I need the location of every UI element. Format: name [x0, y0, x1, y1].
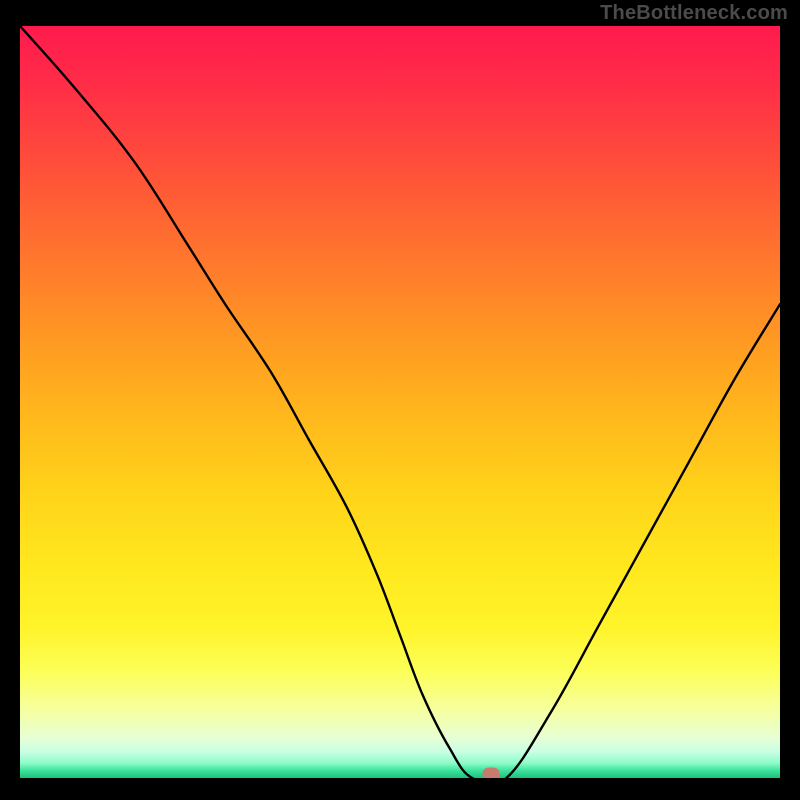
plot-area: [20, 26, 780, 778]
chart-frame: TheBottleneck.com: [0, 0, 800, 800]
bottleneck-curve: [20, 26, 780, 778]
watermark-text: TheBottleneck.com: [600, 2, 788, 25]
minimum-marker: [483, 768, 500, 778]
